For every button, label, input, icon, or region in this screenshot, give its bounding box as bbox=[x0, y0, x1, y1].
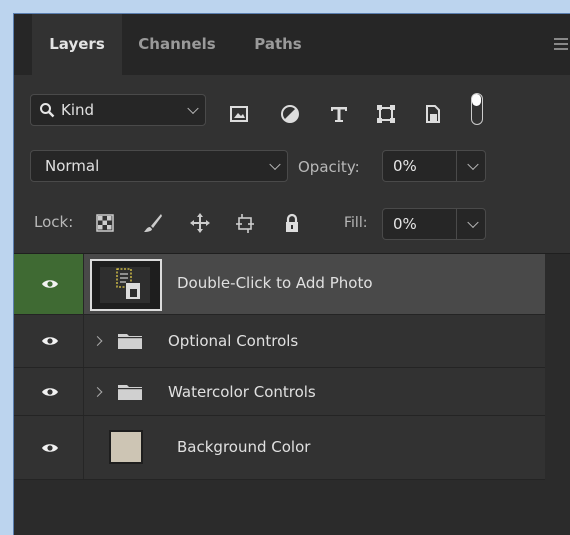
filter-toggle-switch[interactable] bbox=[471, 93, 483, 125]
prevent-autonest-icon[interactable] bbox=[234, 212, 256, 234]
tab-layers[interactable]: Layers bbox=[32, 14, 122, 75]
layer-row-optional-controls[interactable]: Optional Controls bbox=[14, 315, 545, 368]
folder-icon bbox=[117, 332, 143, 350]
tab-bar: Layers Channels Paths bbox=[14, 14, 570, 75]
blend-row: Normal Opacity: 0% bbox=[14, 138, 570, 191]
fill-label: Fill: bbox=[344, 215, 368, 231]
visibility-toggle[interactable] bbox=[14, 416, 84, 479]
lock-all-icon[interactable] bbox=[281, 212, 303, 234]
fill-value[interactable]: 0% bbox=[393, 215, 417, 233]
lock-image-pixels-icon[interactable] bbox=[142, 212, 164, 234]
opacity-value[interactable]: 0% bbox=[393, 157, 417, 175]
opacity-label: Opacity: bbox=[298, 158, 360, 176]
frame-top bbox=[0, 0, 570, 14]
chevron-down-icon bbox=[187, 102, 199, 115]
eye-icon[interactable] bbox=[41, 442, 59, 454]
chevron-down-icon[interactable] bbox=[467, 216, 479, 229]
filter-kind-dropdown[interactable]: Kind bbox=[30, 94, 206, 126]
divider bbox=[456, 151, 457, 181]
lock-row: Lock: Fill: 0% bbox=[14, 191, 570, 254]
smart-object-thumbnail[interactable] bbox=[90, 259, 162, 311]
expand-arrow-icon[interactable] bbox=[92, 386, 103, 397]
blend-mode-value: Normal bbox=[45, 157, 100, 175]
layer-name[interactable]: Double-Click to Add Photo bbox=[177, 274, 373, 292]
tab-paths[interactable]: Paths bbox=[232, 14, 324, 75]
tab-channels[interactable]: Channels bbox=[122, 14, 232, 75]
layer-name[interactable]: Optional Controls bbox=[168, 332, 298, 350]
smart-object-filter-icon[interactable] bbox=[422, 103, 444, 125]
lock-transparent-pixels-icon[interactable] bbox=[94, 212, 116, 234]
color-fill-swatch[interactable] bbox=[109, 430, 143, 464]
eye-icon[interactable] bbox=[41, 335, 59, 347]
search-icon bbox=[39, 102, 55, 118]
lock-label: Lock: bbox=[34, 213, 74, 231]
layer-name[interactable]: Background Color bbox=[177, 438, 310, 456]
eye-icon[interactable] bbox=[41, 278, 59, 290]
visibility-toggle[interactable] bbox=[14, 315, 84, 367]
layer-name[interactable]: Watercolor Controls bbox=[168, 383, 316, 401]
fill-field[interactable]: 0% bbox=[382, 208, 486, 240]
chevron-down-icon bbox=[269, 158, 281, 171]
type-layer-filter-icon[interactable] bbox=[328, 103, 350, 125]
eye-icon[interactable] bbox=[41, 386, 59, 398]
layer-row-photo[interactable]: Double-Click to Add Photo bbox=[14, 254, 545, 315]
chevron-down-icon[interactable] bbox=[467, 158, 479, 171]
expand-arrow-icon[interactable] bbox=[92, 336, 103, 346]
layer-row-background-color[interactable]: Background Color bbox=[14, 416, 545, 480]
window-frame: Layers Channels Paths Kind Normal Opacit… bbox=[0, 0, 570, 535]
folder-icon bbox=[117, 383, 143, 401]
pixel-layer-filter-icon[interactable] bbox=[228, 103, 250, 125]
frame-left bbox=[0, 0, 14, 535]
visibility-toggle[interactable] bbox=[14, 368, 84, 415]
filter-row: Kind bbox=[14, 75, 570, 138]
opacity-field[interactable]: 0% bbox=[382, 150, 486, 182]
layer-row-watercolor-controls[interactable]: Watercolor Controls bbox=[14, 368, 545, 416]
blend-mode-dropdown[interactable]: Normal bbox=[30, 150, 288, 182]
visibility-toggle[interactable] bbox=[14, 254, 84, 314]
adjustment-layer-filter-icon[interactable] bbox=[279, 103, 301, 125]
panel-menu-icon[interactable] bbox=[554, 38, 568, 53]
layers-panel: Layers Channels Paths Kind Normal Opacit… bbox=[14, 14, 570, 535]
lock-position-icon[interactable] bbox=[189, 212, 211, 234]
divider bbox=[456, 209, 457, 239]
filter-kind-label: Kind bbox=[61, 101, 95, 119]
shape-layer-filter-icon[interactable] bbox=[375, 103, 397, 125]
